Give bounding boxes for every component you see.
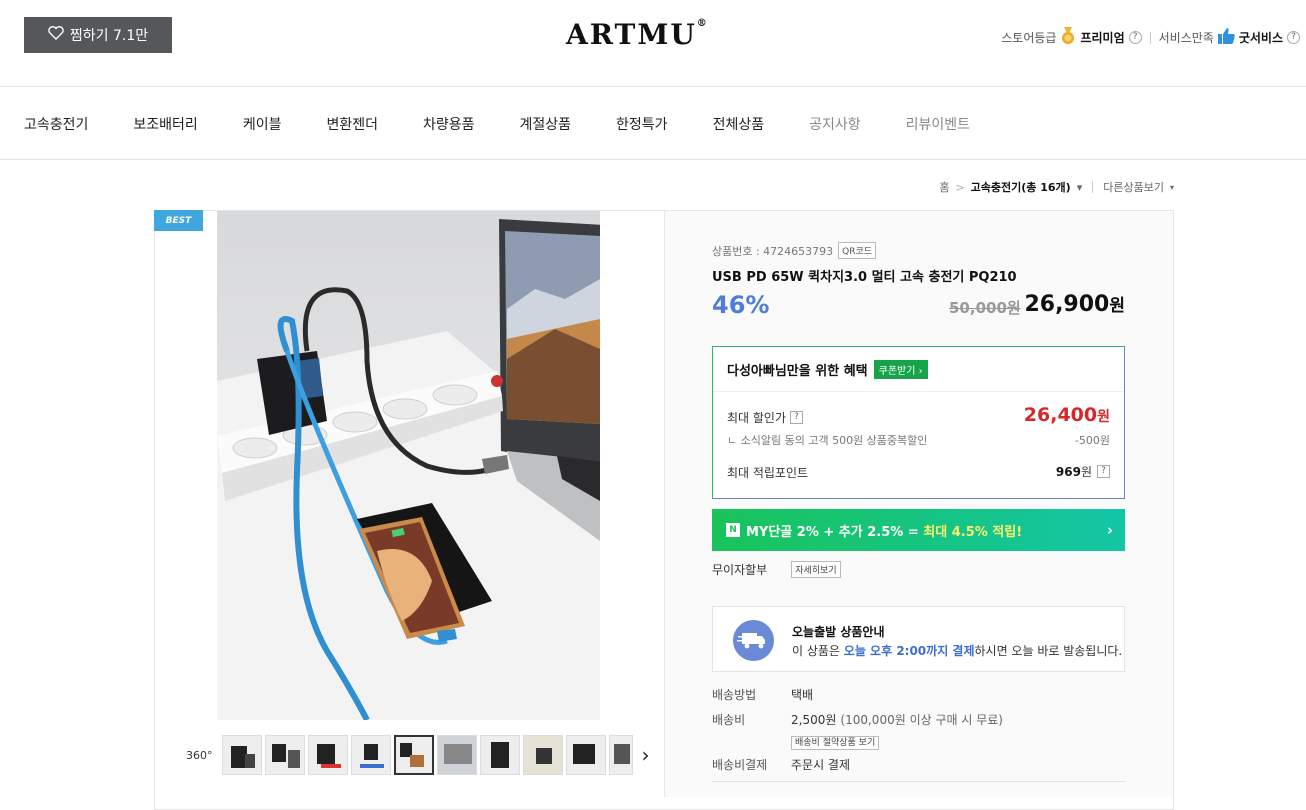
- my-loyalty-banner[interactable]: N MY단골 2% + 추가 2.5% = 최대 4.5% 적립! ›: [712, 509, 1125, 551]
- benefit-title: 다성아빠님만을 위한 혜택: [727, 364, 868, 379]
- shipping-fee-row: 배송비 2,500원 (100,000원 이상 구매 시 무료): [712, 711, 1003, 728]
- divider: [0, 159, 1306, 160]
- truck-icon: [733, 620, 774, 661]
- max-discount-row: 최대 할인가 ?: [727, 409, 804, 426]
- thumbnail[interactable]: [479, 735, 520, 775]
- nav-item-power-bank[interactable]: 보조배터리: [133, 114, 197, 134]
- shipping-fee-value: 2,500원: [791, 713, 837, 727]
- banner-text: MY단골 2% + 추가 2.5% = 최대 4.5% 적립!: [746, 524, 1023, 540]
- installment-details-button[interactable]: 자세히보기: [791, 561, 841, 578]
- heart-icon: [48, 26, 64, 44]
- product-id-text: 상품번호 : 4724653793: [712, 244, 834, 258]
- installment-row: 무이자할부 자세히보기: [712, 561, 841, 578]
- nav-item-limited-deal[interactable]: 한정특가: [616, 114, 668, 134]
- thumbnail[interactable]: [608, 735, 633, 775]
- thumbnail[interactable]: [436, 735, 477, 775]
- points-value: 969 원 ?: [1056, 463, 1110, 480]
- favorite-label: 찜하기 7.1만: [69, 28, 149, 44]
- chevron-right-icon: ›: [1106, 521, 1113, 539]
- divider: [713, 391, 1124, 392]
- help-icon[interactable]: ?: [790, 411, 804, 424]
- shipping-method-label: 배송방법: [712, 688, 757, 702]
- product-id: 상품번호 : 4724653793 QR코드: [712, 242, 877, 259]
- breadcrumb-home[interactable]: 홈: [939, 179, 949, 195]
- store-logo[interactable]: ARTMU®: [566, 18, 709, 51]
- qr-code-button[interactable]: QR코드: [838, 242, 877, 259]
- thumbnail-active[interactable]: [393, 735, 434, 775]
- favorite-button[interactable]: 찜하기 7.1만: [24, 17, 172, 53]
- thumbnail[interactable]: [307, 735, 348, 775]
- help-icon[interactable]: ?: [1287, 31, 1300, 44]
- divider: [1149, 31, 1151, 44]
- chevron-down-icon: ▾: [1169, 182, 1174, 192]
- max-discount-price: 26,400원: [1023, 404, 1110, 426]
- saving-products-button[interactable]: 배송비 절약상품 보기: [791, 736, 880, 750]
- max-discount-label: 최대 할인가: [727, 411, 787, 425]
- shipping-payment-value: 주문시 결제: [791, 758, 851, 772]
- today-shipping-text: 이 상품은 오늘 오후 2:00까지 결제하시면 오늘 바로 발송됩니다.: [792, 644, 1123, 658]
- other-products-link[interactable]: 다른상품보기: [1103, 179, 1164, 195]
- shipping-payment-row: 배송비결제 주문시 결제: [712, 756, 850, 773]
- discount-rate: 46%: [712, 291, 770, 319]
- sub-note: ㄴ 소식알림 동의 고객 500원 상품중복할인: [727, 434, 928, 447]
- next-arrow-icon[interactable]: ›: [642, 743, 650, 767]
- category-nav: 고속충전기 보조배터리 케이블 변환젠더 차량용품 계절상품 한정특가 전체상품…: [24, 114, 1015, 134]
- breadcrumb-category[interactable]: 고속충전기(총 16개): [971, 179, 1071, 195]
- store-grade-value: 프리미엄: [1080, 31, 1125, 45]
- store-grade-info: 스토어등급 프리미엄 ? 서비스만족 굿서비스 ?: [1001, 27, 1300, 48]
- breadcrumb-separator: >: [955, 180, 965, 194]
- thumbnail[interactable]: [565, 735, 606, 775]
- nav-item-review-event[interactable]: 리뷰이벤트: [906, 114, 970, 134]
- installment-label: 무이자할부: [712, 563, 768, 577]
- shipping-method-value: 택배: [791, 688, 814, 702]
- breadcrumb: 홈 > 고속충전기(총 16개) ▾ 다른상품보기 ▾: [939, 179, 1174, 195]
- shipping-fee-note: (100,000원 이상 구매 시 무료): [840, 713, 1003, 727]
- shipping-payment-label: 배송비결제: [712, 758, 768, 772]
- product-photo: [217, 219, 600, 720]
- benefit-header: 다성아빠님만을 위한 혜택 쿠폰받기 ›: [727, 360, 928, 379]
- saving-products-row: 배송비 절약상품 보기: [791, 730, 880, 750]
- divider: [0, 86, 1306, 87]
- original-price: 50,000원: [949, 299, 1021, 317]
- sale-price: 26,900원: [1024, 292, 1125, 317]
- store-grade-label: 스토어등급: [1001, 31, 1057, 45]
- thumbnail[interactable]: [350, 735, 391, 775]
- service-value: 굿서비스: [1238, 31, 1283, 45]
- rotate-360-icon[interactable]: 360°: [186, 749, 213, 762]
- nav-item-season[interactable]: 계절상품: [520, 114, 572, 134]
- divider: [1092, 181, 1094, 193]
- chevron-down-icon: ▾: [1076, 180, 1083, 194]
- nav-item-car[interactable]: 차량용품: [423, 114, 475, 134]
- best-badge: BEST: [154, 210, 203, 231]
- nav-item-adapter[interactable]: 변환젠더: [326, 114, 378, 134]
- nav-item-fast-charger[interactable]: 고속충전기: [24, 114, 88, 134]
- today-shipping-title: 오늘출발 상품안내: [792, 625, 885, 639]
- thumbs-up-icon: [1217, 28, 1235, 47]
- help-icon[interactable]: ?: [1128, 31, 1142, 44]
- benefit-box: 다성아빠님만을 위한 혜택 쿠폰받기 › 최대 할인가 ? 26,400원 ㄴ …: [712, 346, 1125, 499]
- thumbnail[interactable]: [221, 735, 262, 775]
- sub-note-value: -500원: [1074, 434, 1110, 447]
- nav-item-all-products[interactable]: 전체상품: [713, 114, 765, 134]
- thumbnail-strip: 360° ›: [186, 735, 650, 775]
- nav-item-cable[interactable]: 케이블: [243, 114, 282, 134]
- medal-icon: [1060, 27, 1076, 48]
- help-icon[interactable]: ?: [1097, 465, 1110, 478]
- product-title: USB PD 65W 퀵차지3.0 멀티 고속 충전기 PQ210: [712, 270, 1017, 285]
- thumbnail[interactable]: [522, 735, 563, 775]
- divider: [712, 781, 1125, 782]
- today-shipping-box: 오늘출발 상품안내 이 상품은 오늘 오후 2:00까지 결제하시면 오늘 바로…: [712, 606, 1125, 672]
- shipping-fee-label: 배송비: [712, 713, 746, 727]
- shipping-method-row: 배송방법 택배: [712, 686, 813, 703]
- naver-n-icon: N: [726, 523, 740, 537]
- coupon-button[interactable]: 쿠폰받기 ›: [873, 360, 928, 379]
- service-label: 서비스만족: [1158, 31, 1214, 45]
- product-main-image[interactable]: [217, 211, 600, 720]
- nav-item-notice[interactable]: 공지사항: [809, 114, 861, 134]
- thumbnail[interactable]: [264, 735, 305, 775]
- points-label: 최대 적립포인트: [727, 466, 809, 480]
